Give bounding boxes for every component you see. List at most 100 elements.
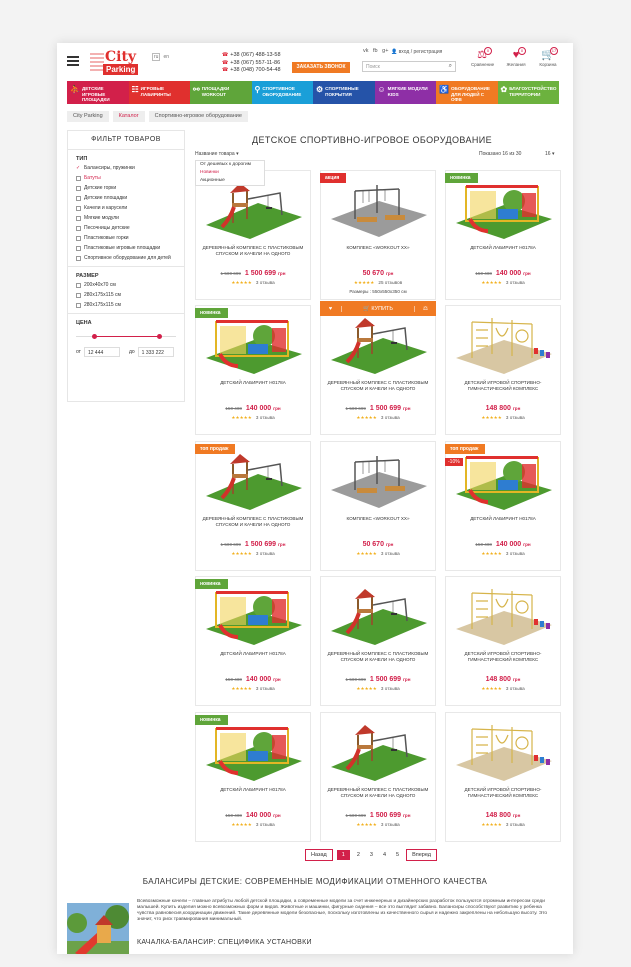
checkbox[interactable] [76, 205, 81, 211]
product-image[interactable] [452, 721, 556, 783]
cart-button[interactable]: 🛒 17 Корзина [537, 47, 559, 67]
heart-icon[interactable]: ♥ [320, 305, 342, 312]
product-name[interactable]: Детский лабиринт H0178A [200, 380, 306, 386]
product-card[interactable]: Деревянный комплекс с пластиковым спуско… [195, 170, 311, 300]
per-page-select[interactable]: 16 ▾ [545, 151, 554, 157]
lang-ru[interactable]: ru [152, 53, 161, 61]
review-count[interactable]: 3 отзыва [256, 280, 275, 285]
product-card[interactable]: Комплекс «Workout XX» 50 670 грн ★★★★★ 3 от… [320, 441, 436, 571]
product-card[interactable]: Детский игровой спортивно-гимнастический… [445, 576, 561, 706]
product-card[interactable]: топ продаж Деревянный комплекс с пластико… [195, 441, 311, 571]
category-6[interactable]: ☺ Мягкие модули KIDS [374, 81, 436, 104]
prev-page-button[interactable]: Назад [305, 849, 333, 861]
filter-type-option[interactable]: Качели и карусели [76, 205, 184, 211]
search-icon[interactable]: ⌕ [449, 63, 452, 70]
phone-1[interactable]: +38 (067) 488-13-58 [222, 52, 280, 60]
product-card[interactable]: новинка Детский лабиринт H0178A 150 400 14… [195, 305, 311, 435]
filter-type-option[interactable]: Пластиковые игровые площадки [76, 245, 184, 251]
sort-option-sale[interactable]: Акционные [200, 177, 260, 185]
review-count[interactable]: 3 отзыва [381, 686, 400, 691]
price-slider-max-handle[interactable] [157, 334, 162, 339]
product-name[interactable]: Детский игровой спортивно-гимнастический… [450, 651, 556, 663]
product-image[interactable] [452, 314, 556, 376]
filter-type-option[interactable]: Детские площадки [76, 195, 184, 201]
checkbox[interactable] [76, 235, 81, 241]
product-name[interactable]: Деревянный комплекс с пластиковым спуско… [325, 651, 431, 663]
filter-type-option[interactable]: Спортивное оборудование для детей [76, 255, 184, 261]
filter-size-option[interactable]: 200х40х70 см [76, 282, 184, 288]
filter-size-option[interactable]: 280х175х115 см [76, 302, 184, 308]
product-name[interactable]: Деревянный комплекс с пластиковым спуско… [325, 787, 431, 799]
page-3[interactable]: 3 [367, 850, 376, 860]
product-image[interactable] [327, 314, 431, 376]
login-label[interactable]: вход / регистрация [399, 49, 443, 55]
review-count[interactable]: 3 отзыва [381, 415, 400, 420]
product-image[interactable] [202, 314, 306, 376]
lang-en[interactable]: en [163, 54, 169, 60]
product-image[interactable] [202, 721, 306, 783]
product-name[interactable]: Комплекс «Workout XX» [325, 516, 431, 522]
phone-2[interactable]: +38 (067) 557-11-86 [222, 60, 281, 68]
checkbox[interactable] [76, 255, 81, 261]
product-image[interactable] [202, 179, 306, 241]
checkbox[interactable] [76, 185, 81, 191]
sort-option-cheap[interactable]: От дешевых к дорогим [200, 161, 260, 169]
category-5[interactable]: ⚙ Спортивные покрытия [313, 81, 375, 104]
page-4[interactable]: 4 [380, 850, 389, 860]
product-name[interactable]: Детский игровой спортивно-гимнастический… [450, 380, 556, 392]
review-count[interactable]: 3 отзыва [506, 551, 525, 556]
next-page-button[interactable]: Вперед [406, 849, 437, 861]
checkbox[interactable] [76, 302, 81, 308]
page-1[interactable]: 1 [336, 850, 350, 860]
filter-type-option[interactable]: Детские горки [76, 185, 184, 191]
breadcrumb-home[interactable]: City Parking [67, 111, 109, 122]
product-image[interactable] [202, 450, 306, 512]
product-image[interactable] [327, 721, 431, 783]
product-image[interactable] [452, 179, 556, 241]
product-card[interactable]: новинка Детский лабиринт H0178A 150 400 14… [195, 576, 311, 706]
checkbox[interactable] [76, 245, 81, 251]
filter-size-option[interactable]: 280х175х115 см [76, 292, 184, 298]
category-2[interactable]: ☷ Игровые лабиринты [128, 81, 190, 104]
checkbox[interactable] [76, 195, 81, 201]
product-name[interactable]: Детский лабиринт H0178A [450, 516, 556, 522]
product-name[interactable]: Детский лабиринт H0178A [200, 787, 306, 793]
price-slider[interactable] [76, 334, 176, 340]
category-3[interactable]: ⚯ Площадки Workout [190, 81, 252, 104]
product-card[interactable]: новинка Детский лабиринт H0178A 150 400 14… [195, 712, 311, 842]
review-count[interactable]: 3 отзыва [506, 280, 525, 285]
checkbox[interactable] [76, 215, 81, 221]
filter-type-option[interactable]: ✓ Балансиры, пружинки [76, 165, 184, 171]
product-name[interactable]: Деревянный комплекс с пластиковым спуско… [325, 380, 431, 392]
filter-type-option[interactable]: Песочницы детские [76, 225, 184, 231]
price-slider-min-handle[interactable] [92, 334, 97, 339]
language-switch[interactable]: ru en [152, 53, 169, 61]
category-7[interactable]: ♿ Оборудование для людей с ОФВ [436, 81, 498, 104]
product-card[interactable]: Детский игровой спортивно-гимнастический… [445, 712, 561, 842]
category-4[interactable]: ⚲ Спортивное оборудование [251, 81, 313, 104]
product-card[interactable]: Деревянный комплекс с пластиковым спуско… [320, 576, 436, 706]
product-image[interactable] [327, 585, 431, 647]
login-link[interactable]: 👤 вход / регистрация [391, 49, 442, 55]
product-image[interactable] [202, 585, 306, 647]
product-image[interactable] [452, 450, 556, 512]
product-name[interactable]: Детский лабиринт H0178A [450, 245, 556, 251]
social-links[interactable]: vk fb g+ [363, 48, 388, 54]
product-name[interactable]: Комплекс «Workout XX» [325, 245, 431, 251]
product-name[interactable]: Детский лабиринт H0178A [200, 651, 306, 657]
buy-button[interactable]: 🛒 КУПИТЬ [342, 306, 414, 312]
compare-icon[interactable]: ⚖ [414, 305, 436, 312]
product-image[interactable] [327, 450, 431, 512]
review-count[interactable]: 3 отзыва [256, 822, 275, 827]
sort-option-new[interactable]: Новинки [200, 169, 260, 177]
review-count[interactable]: 25 отзывов [378, 280, 402, 285]
checkbox[interactable] [76, 175, 81, 181]
review-count[interactable]: 3 отзыва [506, 415, 525, 420]
sort-select[interactable]: Название товара ▾ [195, 151, 239, 157]
product-card[interactable]: Деревянный комплекс с пластиковым спуско… [320, 305, 436, 435]
filter-type-option[interactable]: Мягкие модули [76, 215, 184, 221]
review-count[interactable]: 3 отзыва [256, 415, 275, 420]
review-count[interactable]: 3 отзыва [506, 822, 525, 827]
product-image[interactable] [327, 179, 431, 241]
review-count[interactable]: 3 отзыва [256, 686, 275, 691]
